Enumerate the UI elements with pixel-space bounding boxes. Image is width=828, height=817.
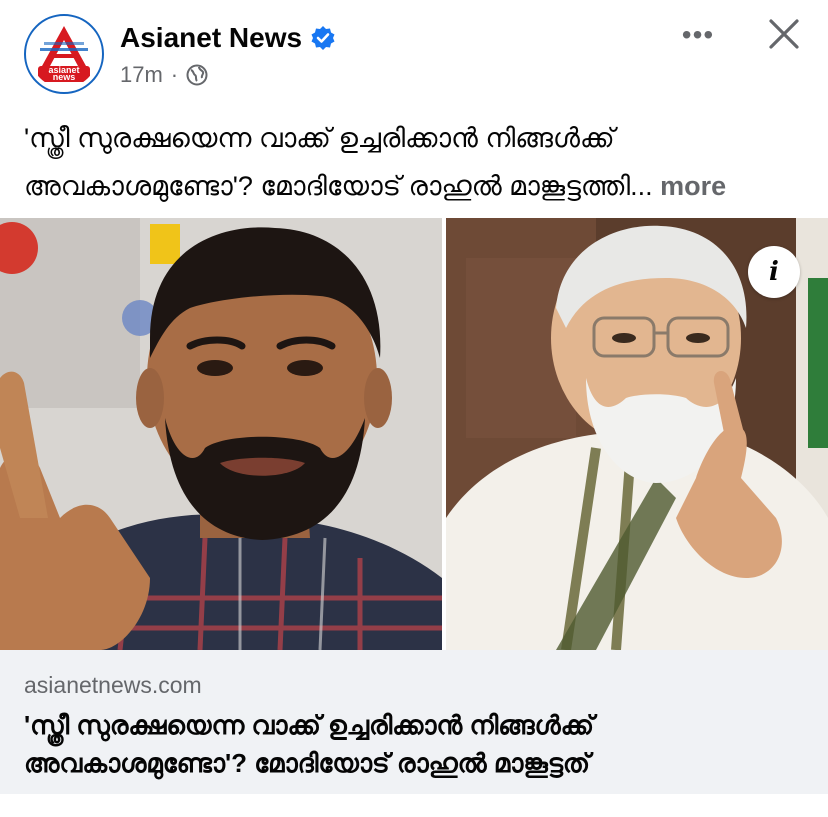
page-name[interactable]: Asianet News <box>120 22 302 54</box>
photo-man-gesturing[interactable] <box>0 218 442 650</box>
logo-text: asianet news <box>48 65 80 82</box>
link-domain: asianetnews.com <box>24 672 202 698</box>
post-media[interactable]: i <box>0 218 828 650</box>
verified-badge-icon <box>311 26 335 50</box>
close-icon <box>769 19 799 49</box>
caption-line-2: അവകാശമുണ്ടോ'? മോദിയോട് രാഹുൽ മാങ്കൂട്ടത്… <box>24 162 804 210</box>
globe-icon <box>186 64 208 86</box>
link-title-line-1: 'സ്ത്രീ സുരക്ഷയെന്ന വാക്ക് ഉച്ചരിക്കാൻ ന… <box>24 710 594 740</box>
page-avatar[interactable]: asianet news <box>24 14 104 94</box>
link-preview-card[interactable]: asianetnews.com 'സ്ത്രീ സുരക്ഷയെന്ന വാക്… <box>0 650 828 794</box>
info-button[interactable]: i <box>748 246 800 298</box>
asianet-logo: asianet news <box>30 20 98 88</box>
photo-man-gesturing-illustration <box>0 218 442 650</box>
meta-separator: · <box>170 62 179 87</box>
post-caption: 'സ്ത്രീ സുരക്ഷയെന്ന വാക്ക് ഉച്ചരിക്കാൻ ന… <box>24 114 804 210</box>
more-options-button[interactable]: ••• <box>676 19 720 50</box>
caption-line-1: 'സ്ത്രീ സുരക്ഷയെന്ന വാക്ക് ഉച്ചരിക്കാൻ ന… <box>24 123 615 153</box>
link-title-line-2: അവകാശമുണ്ടോ'? മോദിയോട് രാഹുൽ മാങ്കൂട്ടത് <box>24 748 591 778</box>
post-timestamp[interactable]: 17m <box>120 62 163 88</box>
facebook-post: asianet news Asianet News 17m · ••• 'സ്ത… <box>0 0 828 817</box>
post-meta: 17m · <box>120 62 208 88</box>
page-name-row: Asianet News <box>120 22 336 54</box>
see-more-link[interactable]: more <box>660 171 726 201</box>
caption-line-2-text: അവകാശമുണ്ടോ'? മോദിയോട് രാഹുൽ മാങ്കൂട്ടത്… <box>24 171 653 201</box>
link-title[interactable]: 'സ്ത്രീ സുരക്ഷയെന്ന വാക്ക് ഉച്ചരിക്കാൻ ന… <box>24 706 804 782</box>
photo-bearded-man[interactable]: i <box>446 218 828 650</box>
close-button[interactable] <box>764 14 804 54</box>
